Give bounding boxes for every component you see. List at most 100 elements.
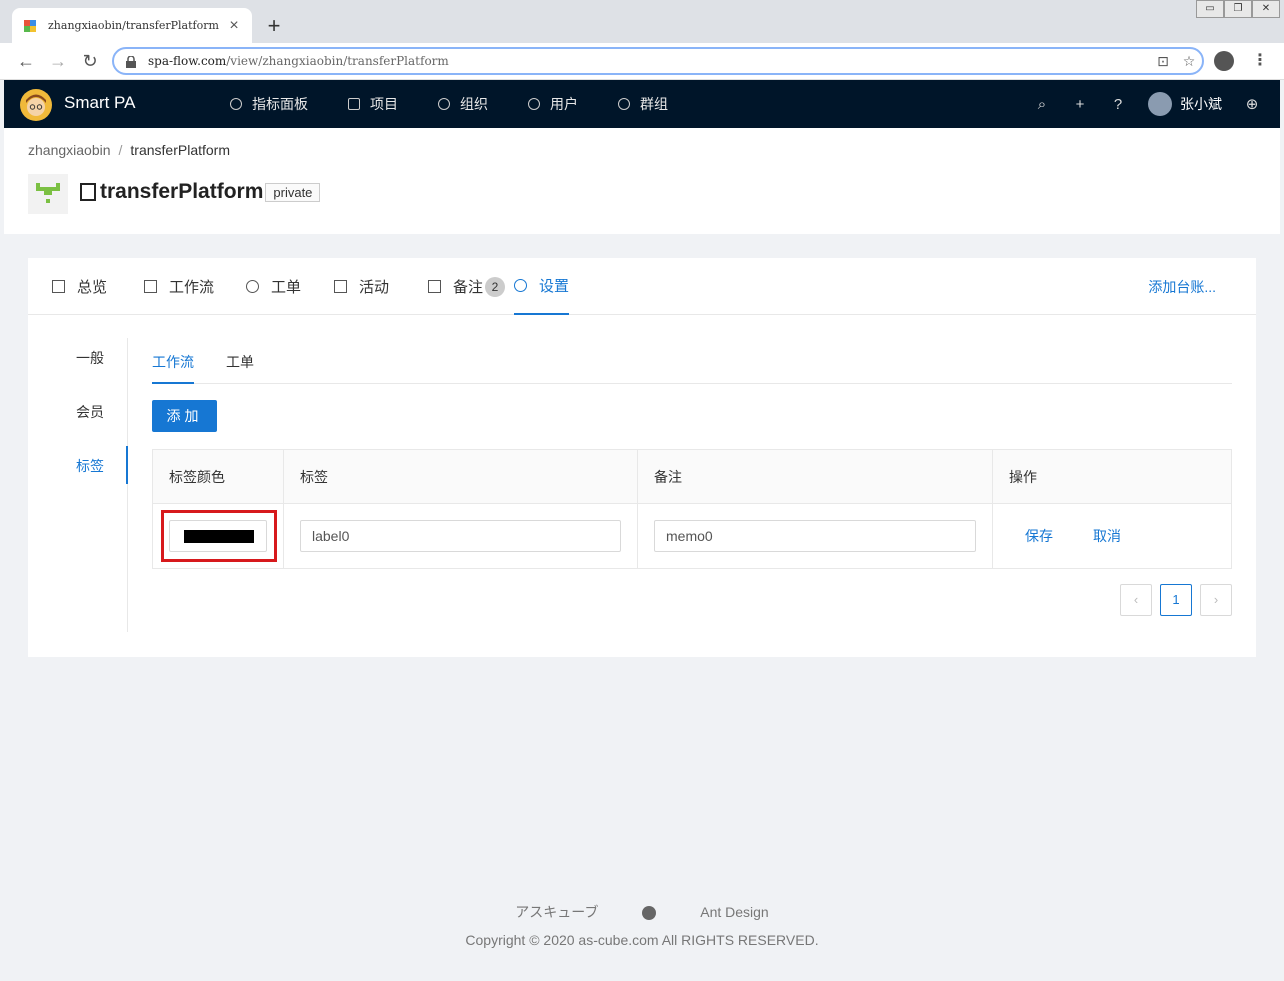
side-item-general[interactable]: 一般	[76, 348, 104, 368]
table-row: label0 memo0 保存 取消	[153, 504, 1231, 568]
tab-activity[interactable]: 活动	[334, 258, 389, 315]
pagination-next-button[interactable]: ›	[1200, 584, 1232, 616]
notes-count-badge: 2	[485, 276, 506, 297]
forward-button[interactable]: →	[46, 49, 70, 73]
nav-label: 项目	[370, 96, 398, 112]
save-button[interactable]: 保存	[1025, 526, 1053, 546]
back-button[interactable]: ←	[14, 49, 38, 73]
cell-memo: memo0	[638, 504, 993, 568]
tab-tickets[interactable]: 工单	[246, 258, 301, 315]
cell-color	[153, 504, 284, 568]
tab-overview[interactable]: 总览	[52, 258, 107, 315]
gear-icon	[514, 279, 527, 292]
breadcrumb-project: transferPlatform	[130, 142, 230, 158]
nav-groups[interactable]: 群组	[618, 80, 668, 128]
note-icon	[428, 280, 441, 293]
translate-icon[interactable]: ⊡	[1150, 53, 1176, 70]
window-controls: ▭ ❐ ✕	[1196, 0, 1280, 18]
settings-card: 总览 工作流 工单 活动 备注 2 设置 添加台账... 一般 会员 标签 工作流…	[28, 258, 1256, 657]
label-input[interactable]: label0	[300, 520, 621, 552]
tab-notes[interactable]: 备注 2	[428, 258, 506, 315]
search-icon[interactable]: ⌕	[1034, 96, 1050, 113]
subtab-tickets[interactable]: 工单	[226, 352, 254, 372]
tab-settings[interactable]: 设置	[514, 258, 570, 315]
profile-icon[interactable]	[1214, 51, 1234, 71]
browser-tab-title: zhangxiaobin/transferPlatform	[48, 19, 219, 32]
nav-label: 指标面板	[252, 96, 308, 112]
project-header: zhangxiaobin / transferPlatform transferPl…	[4, 128, 1280, 234]
add-button[interactable]: 添加	[152, 400, 217, 432]
add-ledger-link[interactable]: 添加台账...	[1148, 277, 1216, 297]
tab-close-icon[interactable]: ×	[226, 17, 242, 34]
nav-organizations[interactable]: 组织	[438, 80, 488, 128]
pagination-prev-button[interactable]: ‹	[1120, 584, 1152, 616]
team-icon	[438, 98, 450, 110]
side-item-members[interactable]: 会员	[76, 402, 104, 422]
url-input[interactable]: spa-flow.com/view/zhangxiaobin/transferP…	[112, 47, 1204, 75]
cancel-button[interactable]: 取消	[1093, 526, 1121, 546]
board-icon	[80, 183, 96, 201]
plus-icon[interactable]: +	[1072, 96, 1088, 113]
footer-links: アスキューブ Ant Design	[0, 902, 1284, 922]
breadcrumb-owner[interactable]: zhangxiaobin	[28, 142, 111, 158]
labels-table: 标签颜色 标签 备注 操作 label0 memo0 保存 取消	[152, 449, 1232, 569]
tab-label: 总览	[77, 279, 108, 296]
new-tab-button[interactable]: +	[262, 14, 286, 38]
lock-icon	[126, 55, 136, 68]
pagination-page-1[interactable]: 1	[1160, 584, 1192, 616]
app-logo[interactable]	[20, 89, 52, 121]
project-logo	[28, 174, 68, 214]
tab-label: 备注	[453, 279, 484, 296]
workflow-icon	[144, 280, 157, 293]
column-header-actions: 操作	[1009, 469, 1037, 485]
subtab-active-indicator	[152, 382, 194, 384]
header-actions: ⌕ + ? 张小斌 ⊕	[1012, 80, 1260, 128]
activity-icon	[334, 280, 347, 293]
page-title: transferPlatform private	[80, 180, 321, 204]
tab-label: 设置	[539, 278, 570, 295]
bookmark-star-icon[interactable]: ☆	[1176, 53, 1202, 70]
group-icon	[618, 98, 630, 110]
ticket-icon	[246, 280, 259, 293]
cell-label: label0	[284, 504, 638, 568]
minimize-button[interactable]: ▭	[1196, 0, 1224, 18]
bar-chart-icon	[52, 280, 65, 293]
memo-input[interactable]: memo0	[654, 520, 976, 552]
tab-workflow[interactable]: 工作流	[144, 258, 214, 315]
url-host: spa-flow.com	[148, 54, 227, 68]
side-active-indicator	[126, 446, 128, 484]
copyright-text: Copyright © 2020 as-cube.com All RIGHTS …	[465, 932, 819, 948]
avatar[interactable]	[1148, 92, 1172, 116]
reload-button[interactable]: ↻	[78, 49, 102, 73]
top-nav: 指标面板 项目 组织 用户 群组	[230, 80, 708, 128]
side-item-labels[interactable]: 标签	[76, 456, 104, 476]
url-text: spa-flow.com/view/zhangxiaobin/transferP…	[148, 54, 1150, 68]
globe-icon[interactable]: ⊕	[1244, 95, 1260, 113]
help-icon[interactable]: ?	[1110, 96, 1126, 113]
nav-users[interactable]: 用户	[528, 80, 578, 128]
footer-link-ascube[interactable]: アスキューブ	[515, 904, 598, 920]
maximize-button[interactable]: ❐	[1224, 0, 1252, 18]
subtab-workflow[interactable]: 工作流	[152, 352, 194, 372]
label-sub-tabs: 工作流 工单	[152, 338, 1232, 384]
tab-label: 工作流	[169, 279, 215, 296]
browser-menu-icon[interactable]: ⋮	[1252, 51, 1268, 71]
nav-dashboard[interactable]: 指标面板	[230, 80, 308, 128]
project-tabs: 总览 工作流 工单 活动 备注 2 设置 添加台账...	[28, 258, 1256, 315]
visibility-badge: private	[265, 182, 321, 202]
nav-projects[interactable]: 项目	[348, 80, 398, 128]
address-bar: ← → ↻ spa-flow.com/view/zhangxiaobin/tra…	[0, 43, 1284, 80]
column-header-label: 标签	[284, 450, 638, 504]
nav-label: 用户	[550, 96, 578, 112]
nav-label: 群组	[640, 96, 668, 112]
project-icon	[348, 98, 360, 110]
app-name[interactable]: Smart PA	[64, 93, 135, 113]
footer-link-antdesign[interactable]: Ant Design	[700, 904, 768, 920]
user-name[interactable]: 张小斌	[1180, 94, 1222, 114]
browser-tab[interactable]: zhangxiaobin/transferPlatform ×	[12, 8, 252, 43]
cell-actions: 保存 取消	[993, 504, 1231, 568]
close-window-button[interactable]: ✕	[1252, 0, 1280, 18]
github-icon[interactable]	[642, 906, 657, 921]
favicon-icon	[22, 18, 38, 34]
column-header-color: 标签颜色	[153, 450, 284, 504]
